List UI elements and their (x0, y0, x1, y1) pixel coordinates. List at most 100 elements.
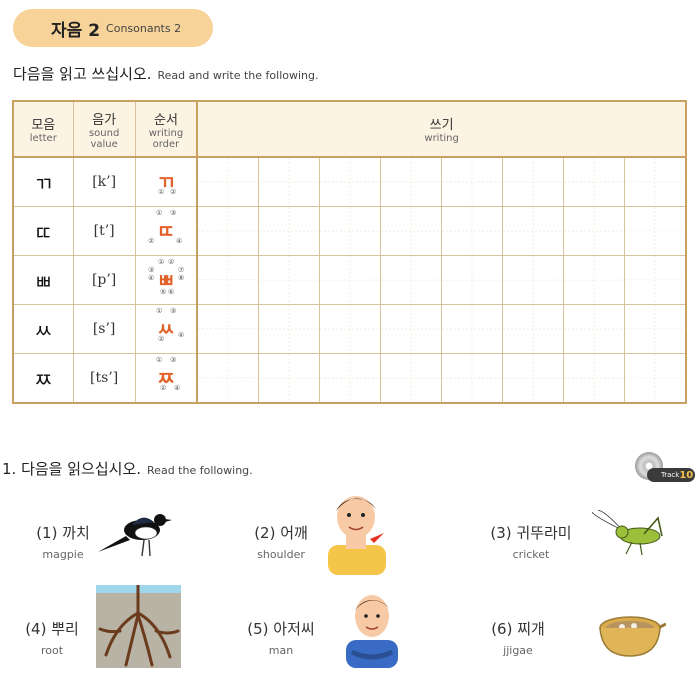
guide-lines (564, 305, 625, 354)
vocab-en: man (268, 644, 294, 657)
writing-practice-cell[interactable] (624, 353, 687, 404)
guide-lines (258, 305, 319, 354)
writing-practice-cell[interactable] (379, 255, 443, 306)
guide-lines (625, 207, 685, 255)
writing-practice-cell[interactable] (624, 156, 687, 208)
writing-practice-cell[interactable] (257, 304, 320, 355)
writing-practice-cell[interactable] (379, 156, 443, 208)
guide-lines (503, 305, 564, 354)
read-instruction: 1. 다음을 읽으십시오. Read the following. (2, 458, 253, 479)
guide-lines (319, 256, 380, 305)
writing-practice-cell[interactable] (624, 304, 687, 355)
writing-practice-cell[interactable] (257, 156, 320, 208)
header-letter-en: letter (29, 133, 57, 144)
guide-lines (625, 354, 685, 403)
writing-practice-cell[interactable] (563, 255, 626, 306)
header-writing: 쓰기 writing (196, 100, 687, 158)
table-row: ㄲ [k’] ㄲ ① ② (12, 156, 687, 208)
writing-practice-cell[interactable] (257, 353, 320, 404)
sound-value: [t’] (72, 206, 136, 257)
guide-lines (319, 158, 380, 207)
header-sound-en1: sound (88, 127, 120, 139)
guide-lines (503, 256, 564, 305)
sound-value: [s’] (72, 304, 136, 355)
guide-lines (258, 354, 319, 403)
vocab-en: magpie (42, 548, 84, 561)
read-instruction-ko: 1. 다음을 읽으십시오. (2, 460, 142, 478)
writing-practice-cell[interactable] (502, 304, 565, 355)
write-instruction-ko: 다음을 읽고 쓰십시오. (13, 65, 152, 83)
write-instruction-en: Read and write the following. (157, 69, 319, 82)
stew-pot-icon (599, 616, 666, 657)
read-instruction-en: Read the following. (147, 464, 253, 477)
guide-lines (503, 158, 564, 207)
writing-practice-cell[interactable] (441, 353, 504, 404)
writing-practice-cell[interactable] (318, 353, 381, 404)
write-instruction: 다음을 읽고 쓰십시오. Read and write the followin… (13, 63, 319, 84)
writing-practice-cell[interactable] (379, 206, 443, 257)
stroke-number: ① (157, 188, 165, 197)
guide-lines (380, 305, 442, 354)
writing-practice-cell[interactable] (441, 304, 504, 355)
consonant-letter: ㄲ (12, 156, 74, 208)
guide-lines (319, 305, 380, 354)
writing-practice-cell[interactable] (441, 156, 504, 208)
writing-practice-cell[interactable] (318, 304, 381, 355)
vocab-item-cricket: (3) 귀뚜라미 cricket (488, 522, 574, 561)
writing-practice-cell[interactable] (196, 353, 259, 404)
vocab-item-shoulder: (2) 어깨 shoulder (240, 522, 322, 561)
guide-lines (319, 207, 380, 256)
guide-lines (380, 256, 442, 305)
writing-practice-cell[interactable] (502, 353, 565, 404)
writing-practice-cell[interactable] (196, 156, 259, 208)
writing-practice-cell[interactable] (196, 304, 259, 355)
sound-value: [ts’] (72, 353, 136, 404)
track-label: Track 10 (647, 468, 695, 482)
guide-lines (564, 256, 625, 305)
writing-practice-cell[interactable] (257, 206, 320, 257)
writing-practice-cell[interactable] (502, 206, 565, 257)
writing-practice-cell[interactable] (441, 206, 504, 257)
vocab-ko: (1) 까치 (36, 524, 90, 542)
vocab-en: cricket (512, 548, 550, 561)
vocab-item-jjigae: (6) 찌개 jjigae (488, 618, 548, 657)
writing-practice-cell[interactable] (318, 156, 381, 208)
writing-practice-cell[interactable] (624, 206, 687, 257)
writing-practice-cell[interactable] (257, 255, 320, 306)
header-order-ko: 순서 (153, 112, 178, 128)
writing-practice-cell[interactable] (379, 304, 443, 355)
header-order-en1: writing (148, 127, 184, 139)
stroke-order-diagram: ㄸ①③②④ (146, 209, 186, 249)
table-row: ㄸ [t’] ㄸ ① ③ ② ④ (12, 206, 687, 257)
guide-lines (319, 354, 380, 403)
guide-lines (625, 158, 685, 206)
writing-practice-cell[interactable] (624, 255, 687, 306)
writing-practice-cell[interactable] (318, 206, 381, 257)
writing-practice-cell[interactable] (502, 156, 565, 208)
section-title-pill: 자음 2 Consonants 2 (13, 9, 213, 47)
writing-practice-cell[interactable] (563, 353, 626, 404)
table-header-row: 모음 letter 음가 sound value 순서 writing orde… (12, 100, 687, 158)
guide-lines (564, 354, 625, 403)
writing-practice-cell[interactable] (502, 255, 565, 306)
writing-practice-cell[interactable] (196, 206, 259, 257)
writing-practice-cell[interactable] (318, 255, 381, 306)
guide-lines (503, 207, 564, 256)
stroke-order: ㄸ①③②④ (134, 206, 199, 257)
stroke-order-diagram: ㅃ①②③④⑦⑧⑤⑥ (146, 258, 186, 298)
guide-lines (198, 256, 258, 304)
header-sound-en2: value (90, 138, 118, 150)
audio-track-badge[interactable]: Track 10 (635, 452, 695, 482)
writing-practice-cell[interactable] (563, 156, 626, 208)
section-title: 자음 2 (51, 20, 101, 41)
stroke-number: ③ (169, 209, 177, 218)
vocab-en: root (40, 644, 64, 657)
vocab-ko: (5) 아저씨 (247, 620, 315, 638)
writing-practice-cell[interactable] (441, 255, 504, 306)
header-order-en2: order (152, 138, 180, 150)
writing-practice-cell[interactable] (379, 353, 443, 404)
stroke-order-diagram: ㅆ①③②④ (146, 307, 186, 347)
writing-practice-cell[interactable] (563, 206, 626, 257)
writing-practice-cell[interactable] (196, 255, 259, 306)
writing-practice-cell[interactable] (563, 304, 626, 355)
